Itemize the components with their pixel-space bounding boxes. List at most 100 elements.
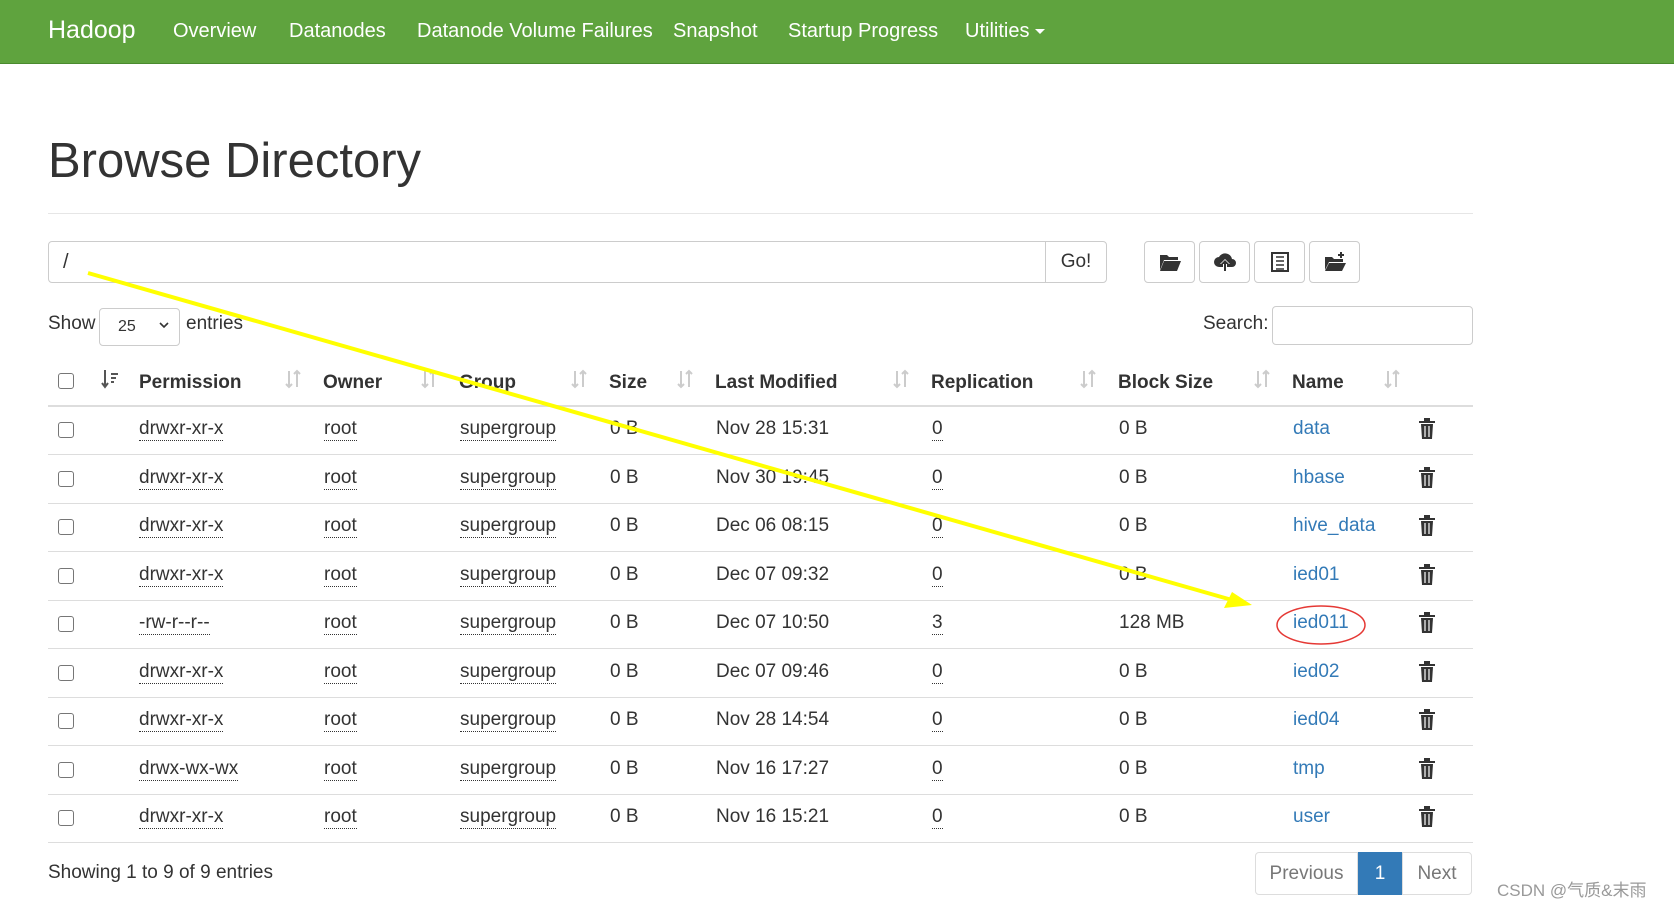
sort-icon[interactable] xyxy=(1382,368,1402,390)
row-checkbox[interactable] xyxy=(58,567,74,584)
sort-icon[interactable] xyxy=(891,368,911,390)
go-button[interactable]: Go! xyxy=(1045,241,1107,283)
cell-permission[interactable]: drwxr-xr-x xyxy=(139,515,224,538)
create-folder-button[interactable] xyxy=(1309,241,1360,283)
cell-owner[interactable]: root xyxy=(324,612,357,635)
cell-replication[interactable]: 0 xyxy=(932,564,943,587)
row-checkbox[interactable] xyxy=(58,422,74,438)
cell-owner[interactable]: root xyxy=(324,467,357,490)
next-page-button[interactable]: Next xyxy=(1402,852,1472,895)
cell-group[interactable]: supergroup xyxy=(460,709,557,732)
nav-startup-progress[interactable]: Startup Progress xyxy=(788,20,938,43)
column-header-name[interactable]: Name xyxy=(1292,372,1344,394)
cell-replication[interactable]: 0 xyxy=(932,418,943,441)
sort-icon[interactable] xyxy=(569,368,589,390)
list-button[interactable] xyxy=(1254,241,1305,283)
table-info: Showing 1 to 9 of 9 entries xyxy=(48,862,273,883)
cell-name[interactable]: ied01 xyxy=(1293,564,1340,586)
nav-overview[interactable]: Overview xyxy=(173,20,256,43)
trash-icon[interactable] xyxy=(1418,612,1436,633)
cell-group[interactable]: supergroup xyxy=(460,806,557,829)
trash-icon[interactable] xyxy=(1418,757,1436,779)
cell-name[interactable]: ied04 xyxy=(1293,709,1340,731)
entries-per-page-select[interactable]: 25 xyxy=(99,308,180,346)
nav-utilities-dropdown[interactable]: Utilities xyxy=(965,20,1046,43)
cell-name[interactable]: hive_data xyxy=(1293,515,1375,537)
cell-group[interactable]: supergroup xyxy=(460,467,557,490)
column-header-size[interactable]: Size xyxy=(609,372,647,394)
trash-icon[interactable] xyxy=(1418,418,1436,439)
row-checkbox[interactable] xyxy=(58,713,74,729)
cell-permission[interactable]: drwxr-xr-x xyxy=(139,467,224,490)
nav-snapshot[interactable]: Snapshot xyxy=(673,20,758,43)
cell-permission[interactable]: drwxr-xr-x xyxy=(139,709,224,732)
cell-name[interactable]: user xyxy=(1293,806,1330,828)
cell-owner[interactable]: root xyxy=(324,806,357,829)
row-checkbox[interactable] xyxy=(58,810,74,826)
cell-replication[interactable]: 3 xyxy=(932,612,943,635)
cell-permission[interactable]: drwxr-xr-x xyxy=(139,564,224,587)
sort-icon[interactable] xyxy=(1078,368,1098,390)
cell-permission[interactable]: drwx-wx-wx xyxy=(139,758,239,781)
cell-permission[interactable]: drwxr-xr-x xyxy=(139,806,224,829)
column-header-owner[interactable]: Owner xyxy=(323,372,382,394)
select-all-checkbox[interactable] xyxy=(58,373,74,389)
cell-name[interactable]: ied011 xyxy=(1293,612,1349,634)
cell-owner[interactable]: root xyxy=(324,709,357,732)
trash-icon[interactable] xyxy=(1418,806,1436,827)
brand-link[interactable]: Hadoop xyxy=(48,16,136,45)
cell-name[interactable]: ied02 xyxy=(1293,661,1340,683)
cell-group[interactable]: supergroup xyxy=(460,758,557,781)
nav-datanode-volume-failures[interactable]: Datanode Volume Failures xyxy=(417,20,653,43)
sort-icon[interactable] xyxy=(283,368,303,390)
cell-replication[interactable]: 0 xyxy=(932,806,943,829)
cell-owner[interactable]: root xyxy=(324,515,357,538)
trash-icon[interactable] xyxy=(1418,709,1436,730)
sort-icon[interactable] xyxy=(419,368,439,390)
column-header-last-modified[interactable]: Last Modified xyxy=(715,372,837,394)
cell-group[interactable]: supergroup xyxy=(460,612,557,635)
page-1-button[interactable]: 1 xyxy=(1358,852,1402,895)
folder-open-button[interactable] xyxy=(1144,241,1195,283)
nav-datanodes[interactable]: Datanodes xyxy=(289,20,386,43)
cell-owner[interactable]: root xyxy=(324,564,357,587)
directory-path-input[interactable] xyxy=(48,241,1046,283)
row-checkbox[interactable] xyxy=(58,470,74,487)
column-header-replication[interactable]: Replication xyxy=(931,372,1033,394)
trash-icon[interactable] xyxy=(1418,466,1436,488)
cell-owner[interactable]: root xyxy=(324,661,357,684)
column-header-permission[interactable]: Permission xyxy=(139,372,241,394)
previous-page-button[interactable]: Previous xyxy=(1255,852,1358,895)
cell-name[interactable]: hbase xyxy=(1293,467,1345,489)
row-checkbox[interactable] xyxy=(58,664,74,681)
trash-icon[interactable] xyxy=(1418,660,1436,682)
upload-button[interactable] xyxy=(1199,241,1250,283)
cell-replication[interactable]: 0 xyxy=(932,709,943,732)
cell-group[interactable]: supergroup xyxy=(460,418,557,441)
cell-group[interactable]: supergroup xyxy=(460,661,557,684)
sort-icon[interactable] xyxy=(675,368,695,390)
search-input[interactable] xyxy=(1272,306,1473,345)
trash-icon[interactable] xyxy=(1418,563,1436,585)
cell-name[interactable]: tmp xyxy=(1293,758,1325,780)
cell-group[interactable]: supergroup xyxy=(460,564,557,587)
cell-replication[interactable]: 0 xyxy=(932,467,943,490)
cell-name[interactable]: data xyxy=(1293,418,1330,440)
cell-replication[interactable]: 0 xyxy=(932,758,943,781)
trash-icon[interactable] xyxy=(1418,515,1436,536)
row-checkbox[interactable] xyxy=(58,616,74,632)
cell-permission[interactable]: -rw-r--r-- xyxy=(139,612,210,635)
cell-group[interactable]: supergroup xyxy=(460,515,557,538)
cell-replication[interactable]: 0 xyxy=(932,515,943,538)
sort-icon[interactable] xyxy=(1252,368,1272,390)
cell-replication[interactable]: 0 xyxy=(932,661,943,684)
sort-desc-icon[interactable] xyxy=(100,368,120,390)
cell-owner[interactable]: root xyxy=(324,758,357,781)
cell-owner[interactable]: root xyxy=(324,418,357,441)
cell-permission[interactable]: drwxr-xr-x xyxy=(139,661,224,684)
column-header-block-size[interactable]: Block Size xyxy=(1118,372,1213,394)
row-checkbox[interactable] xyxy=(58,519,74,535)
column-header-group[interactable]: Group xyxy=(459,372,516,394)
row-checkbox[interactable] xyxy=(58,761,74,778)
cell-permission[interactable]: drwxr-xr-x xyxy=(139,418,224,441)
